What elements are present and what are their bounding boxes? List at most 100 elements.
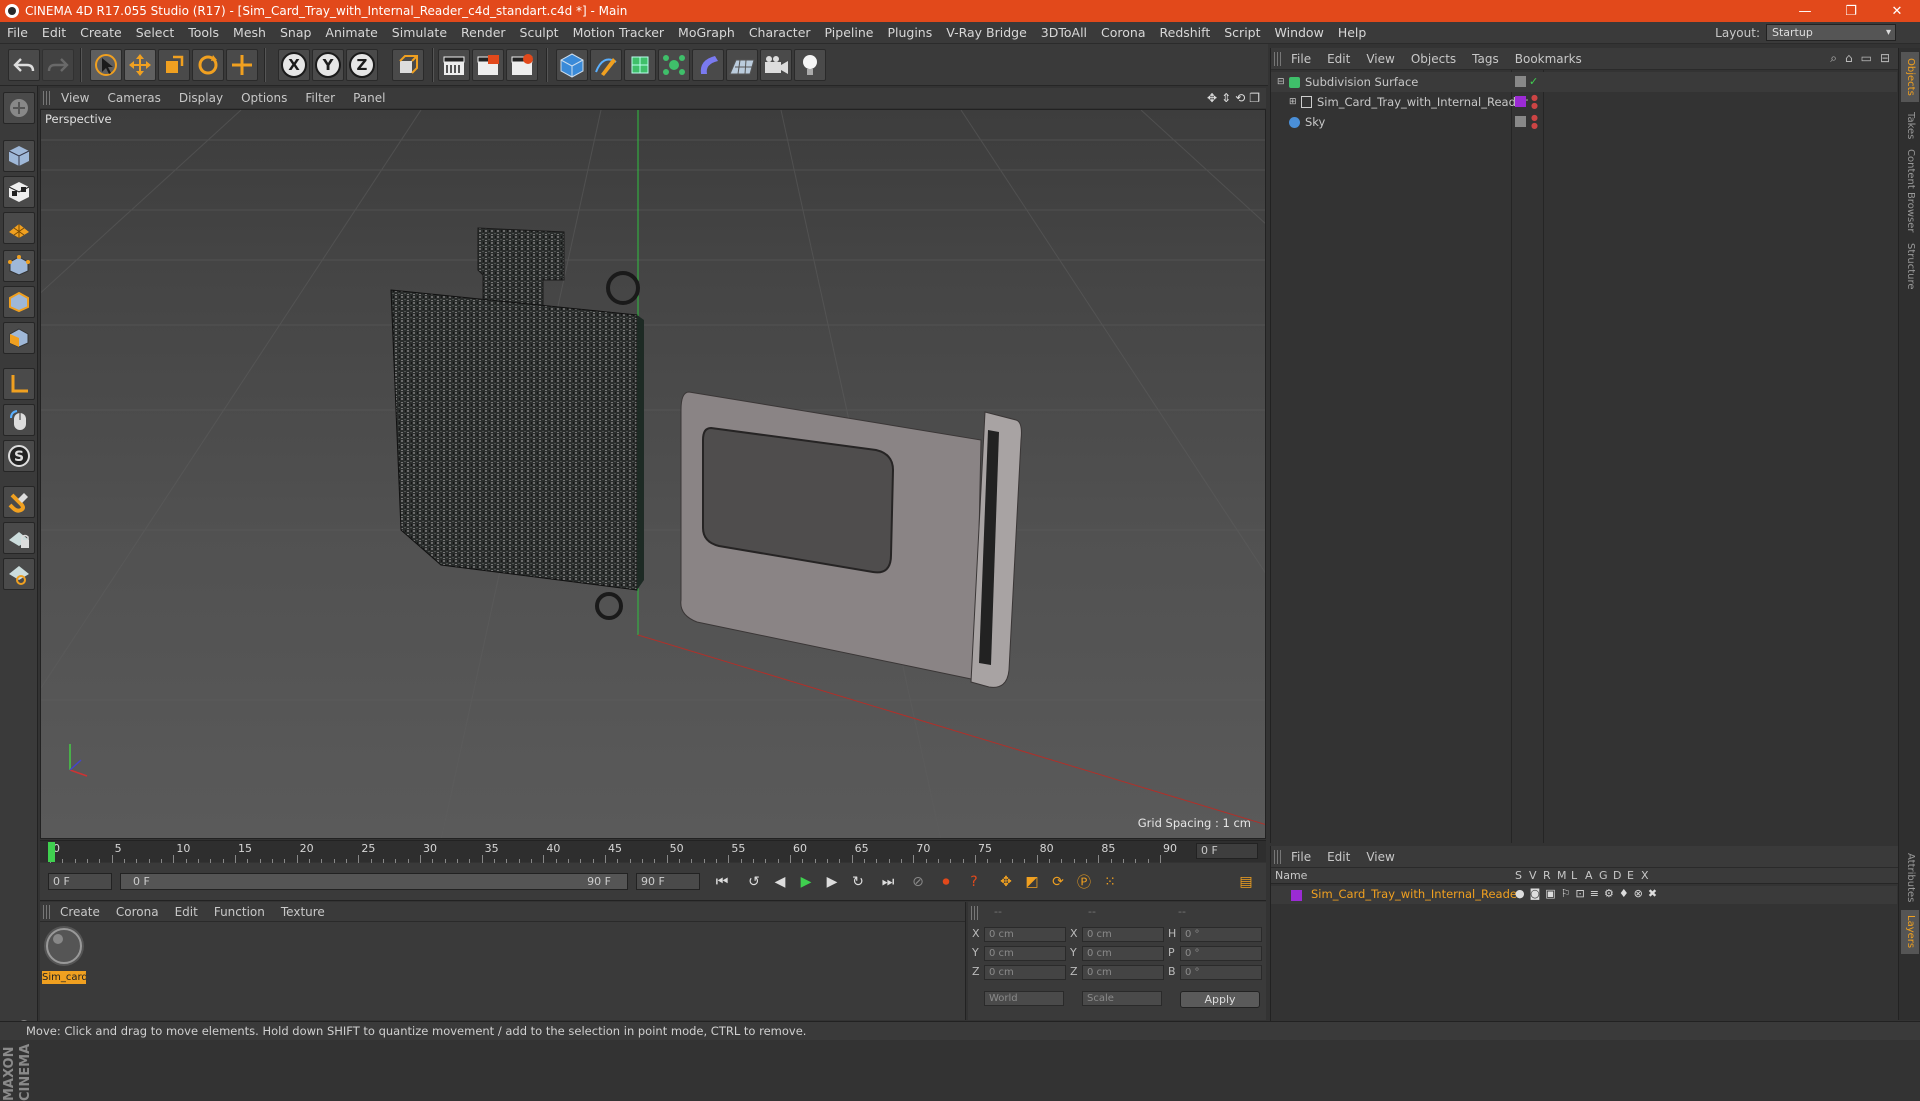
- menu-character[interactable]: Character: [742, 25, 818, 40]
- menu-3dtoall[interactable]: 3DToAll: [1034, 25, 1094, 40]
- objects-menu-view[interactable]: View: [1358, 52, 1402, 66]
- layer-row[interactable]: Sim_Card_Tray_with_Internal_Reader ●◙▣⚐⊡…: [1271, 886, 1897, 904]
- layers-menu-view[interactable]: View: [1358, 850, 1402, 864]
- edges-mode-button[interactable]: [3, 286, 35, 318]
- minimize-button[interactable]: —: [1782, 0, 1828, 22]
- layer-flag-header[interactable]: X: [1641, 869, 1649, 882]
- menu-mograph[interactable]: MoGraph: [671, 25, 742, 40]
- coord-value-field[interactable]: 0 cm: [1082, 965, 1164, 980]
- tab-objects[interactable]: Objects: [1901, 52, 1919, 102]
- layer-flag-header[interactable]: L: [1571, 869, 1577, 882]
- layer-flag-header[interactable]: M: [1557, 869, 1567, 882]
- menu-create[interactable]: Create: [73, 25, 129, 40]
- coord-value-field[interactable]: 0 cm: [984, 927, 1066, 942]
- render-view-button[interactable]: [438, 49, 470, 81]
- menu-tools[interactable]: Tools: [181, 25, 226, 40]
- coord-value-field[interactable]: 0 cm: [1082, 927, 1164, 942]
- texture-mode-button[interactable]: [3, 176, 35, 208]
- point-level-key-button[interactable]: ⁙: [1098, 871, 1122, 893]
- record-keys-button[interactable]: ⊘: [906, 871, 930, 893]
- parameter-key-button[interactable]: Ⓟ: [1072, 871, 1096, 893]
- perspective-viewport[interactable]: Perspective Grid Spacing : 1 cm: [40, 109, 1266, 839]
- magnet-tool-button[interactable]: [3, 486, 35, 518]
- tweak-mode-button[interactable]: [3, 404, 35, 436]
- x-axis-lock-button[interactable]: X: [278, 49, 310, 81]
- scale-tool-button[interactable]: [158, 49, 190, 81]
- current-frame-field[interactable]: 0 F: [1196, 843, 1258, 859]
- menu-sculpt[interactable]: Sculpt: [513, 25, 566, 40]
- viewport-menu-options[interactable]: Options: [232, 91, 296, 105]
- add-subdivision-surface-button[interactable]: [624, 49, 656, 81]
- menu-animate[interactable]: Animate: [318, 25, 384, 40]
- objects-menu-edit[interactable]: Edit: [1319, 52, 1358, 66]
- coord-value-field[interactable]: 0 cm: [984, 965, 1066, 980]
- snapping-button[interactable]: S: [3, 440, 35, 472]
- objects-menu-file[interactable]: File: [1283, 52, 1319, 66]
- menu-file[interactable]: File: [0, 25, 35, 40]
- coordinate-system-button[interactable]: [392, 49, 424, 81]
- recent-tool-button[interactable]: [226, 49, 258, 81]
- coordinate-mode-select[interactable]: World: [984, 991, 1064, 1006]
- edit-render-settings-button[interactable]: [506, 49, 538, 81]
- object-name[interactable]: Sim_Card_Tray_with_Internal_Reader: [1317, 92, 1528, 112]
- object-row-sim-card-tray[interactable]: ⊞ Sim_Card_Tray_with_Internal_Reader ● ●: [1271, 92, 1897, 112]
- move-tool-button[interactable]: [124, 49, 156, 81]
- viewport-zoom-icon[interactable]: ⇕: [1221, 91, 1231, 105]
- expand-icon[interactable]: ⊟: [1277, 72, 1285, 92]
- tab-layers[interactable]: Layers: [1901, 910, 1919, 954]
- visibility-dots-icon[interactable]: ● ●: [1531, 114, 1538, 130]
- add-camera-button[interactable]: [760, 49, 792, 81]
- live-selection-button[interactable]: [90, 49, 122, 81]
- end-frame-field[interactable]: 90 F: [636, 873, 700, 890]
- go-to-start-button[interactable]: ⏮: [710, 871, 734, 893]
- layout-select[interactable]: Startup: [1766, 24, 1896, 41]
- coord-value-field[interactable]: 0 cm: [1082, 946, 1164, 961]
- menu-script[interactable]: Script: [1217, 25, 1267, 40]
- layers-menu-file[interactable]: File: [1283, 850, 1319, 864]
- layer-flag-header[interactable]: G: [1599, 869, 1608, 882]
- object-name[interactable]: Subdivision Surface: [1305, 72, 1418, 92]
- menu-simulate[interactable]: Simulate: [385, 25, 454, 40]
- render-to-picture-viewer-button[interactable]: [472, 49, 504, 81]
- tab-structure[interactable]: Structure: [1901, 238, 1919, 294]
- menu-render[interactable]: Render: [454, 25, 513, 40]
- go-to-end-button[interactable]: ⏭: [876, 871, 900, 893]
- objects-menu-bookmarks[interactable]: Bookmarks: [1507, 52, 1590, 66]
- polygons-mode-button[interactable]: [3, 322, 35, 354]
- layer-flag-header[interactable]: R: [1543, 869, 1551, 882]
- add-light-button[interactable]: [794, 49, 826, 81]
- objects-menu-tags[interactable]: Tags: [1464, 52, 1507, 66]
- coord-value-field[interactable]: 0 cm: [984, 946, 1066, 961]
- add-floor-button[interactable]: [726, 49, 758, 81]
- keyframe-selection-button[interactable]: ?: [962, 871, 986, 893]
- viewport-menu-view[interactable]: View: [52, 91, 98, 105]
- menu-help[interactable]: Help: [1331, 25, 1374, 40]
- viewport-toggle-icon[interactable]: ❐: [1249, 91, 1260, 105]
- layers-menu-edit[interactable]: Edit: [1319, 850, 1358, 864]
- object-name[interactable]: Sky: [1305, 112, 1325, 132]
- restore-button[interactable]: ❐: [1828, 0, 1874, 22]
- autokey-button[interactable]: ⏺: [934, 871, 958, 893]
- apply-button[interactable]: Apply: [1180, 991, 1260, 1008]
- menu-redshift[interactable]: Redshift: [1153, 25, 1218, 40]
- add-deformer-button[interactable]: [692, 49, 724, 81]
- material-menu-corona[interactable]: Corona: [108, 905, 167, 919]
- layer-flag-header[interactable]: A: [1585, 869, 1593, 882]
- points-mode-button[interactable]: [3, 250, 35, 282]
- close-button[interactable]: ✕: [1874, 0, 1920, 22]
- layer-flag-header[interactable]: D: [1613, 869, 1621, 882]
- playhead[interactable]: [48, 842, 55, 862]
- viewport-menu-display[interactable]: Display: [170, 91, 232, 105]
- planar-workplane-button[interactable]: [3, 558, 35, 590]
- menu-pipeline[interactable]: Pipeline: [818, 25, 881, 40]
- layer-flag-header[interactable]: S: [1515, 869, 1522, 882]
- z-axis-lock-button[interactable]: Z: [346, 49, 378, 81]
- undo-button[interactable]: [8, 49, 40, 81]
- enabled-check-icon[interactable]: ✓: [1529, 72, 1538, 92]
- start-frame-field[interactable]: 0 F: [48, 873, 112, 890]
- rotate-tool-button[interactable]: [192, 49, 224, 81]
- layer-flag-header[interactable]: V: [1529, 869, 1537, 882]
- make-editable-button[interactable]: [3, 92, 35, 124]
- scale-key-button[interactable]: ◩: [1020, 871, 1044, 893]
- enable-axis-button[interactable]: [3, 368, 35, 400]
